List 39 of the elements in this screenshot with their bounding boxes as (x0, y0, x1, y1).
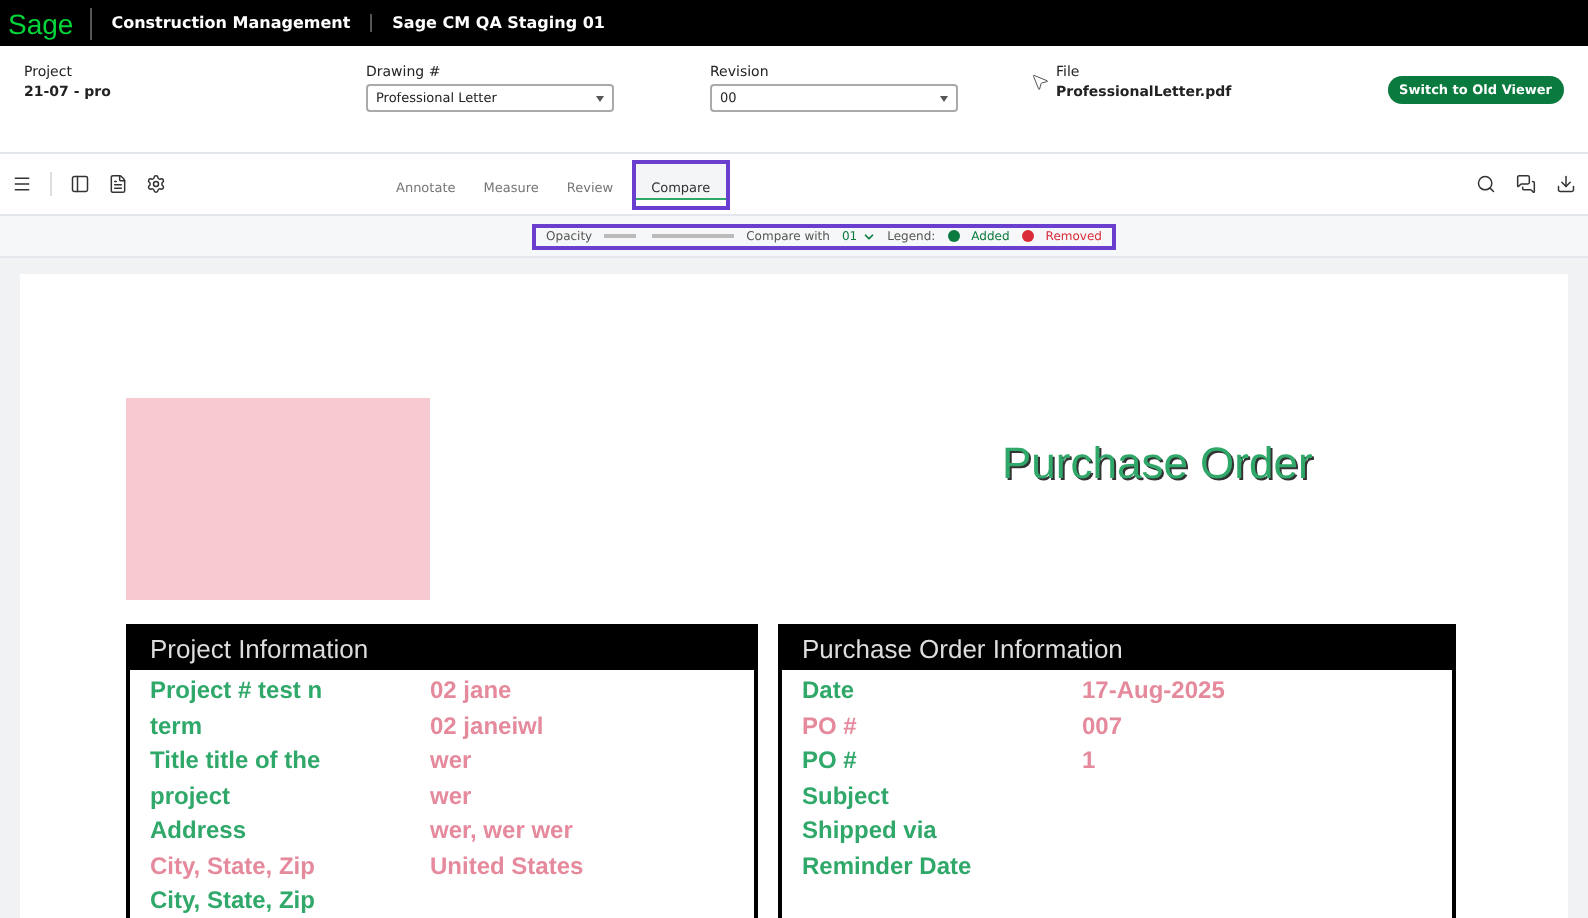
table-value: United States (430, 849, 586, 883)
caret-icon (596, 95, 604, 101)
download-icon[interactable] (1556, 174, 1576, 194)
chevron-icon (861, 229, 876, 243)
cursor-icon (1030, 72, 1050, 92)
table-label: term (150, 709, 205, 743)
table-label: Date (802, 674, 857, 708)
table-value: 02 janeiwl (430, 709, 546, 743)
table-heading: Purchase Order Information (782, 628, 1452, 670)
search-icon[interactable] (1476, 174, 1496, 194)
comments-icon[interactable] (1516, 174, 1536, 194)
table-value: 007 (1082, 709, 1125, 743)
table-value: wer (430, 744, 474, 778)
site-name: Sage CM QA Staging 01 (390, 14, 607, 32)
table-label: City, State, Zip (150, 849, 317, 883)
table-value: 17-Aug-2025 (1082, 674, 1227, 708)
table-label: Reminder Date (802, 849, 974, 883)
table-label: Address (150, 814, 249, 848)
table-label: Subject (802, 779, 891, 813)
caret-icon (940, 95, 948, 101)
table-label: City, State, Zip (150, 884, 317, 918)
table-label: Title title of the (150, 744, 323, 778)
table-value: wer (430, 779, 474, 813)
settings-icon[interactable] (146, 174, 166, 194)
table-heading: Project Information (130, 628, 754, 670)
table-label: Project # test n (150, 674, 325, 708)
menu-icon[interactable] (12, 174, 32, 194)
table-value: 1 (1082, 744, 1098, 778)
document-icon[interactable] (108, 174, 128, 194)
table-value: 02 jane (430, 674, 514, 708)
document-title: Purchase Order (1002, 438, 1313, 490)
table-label: PO # (802, 709, 859, 743)
brand-logo: Sage (8, 7, 92, 39)
panel-icon[interactable] (70, 174, 90, 194)
product-name: Construction Management (91, 14, 373, 32)
table-value: wer, wer wer (430, 814, 575, 848)
table-label: Shipped via (802, 814, 939, 848)
table-label: PO # (802, 744, 859, 778)
table-label: project (150, 779, 233, 813)
